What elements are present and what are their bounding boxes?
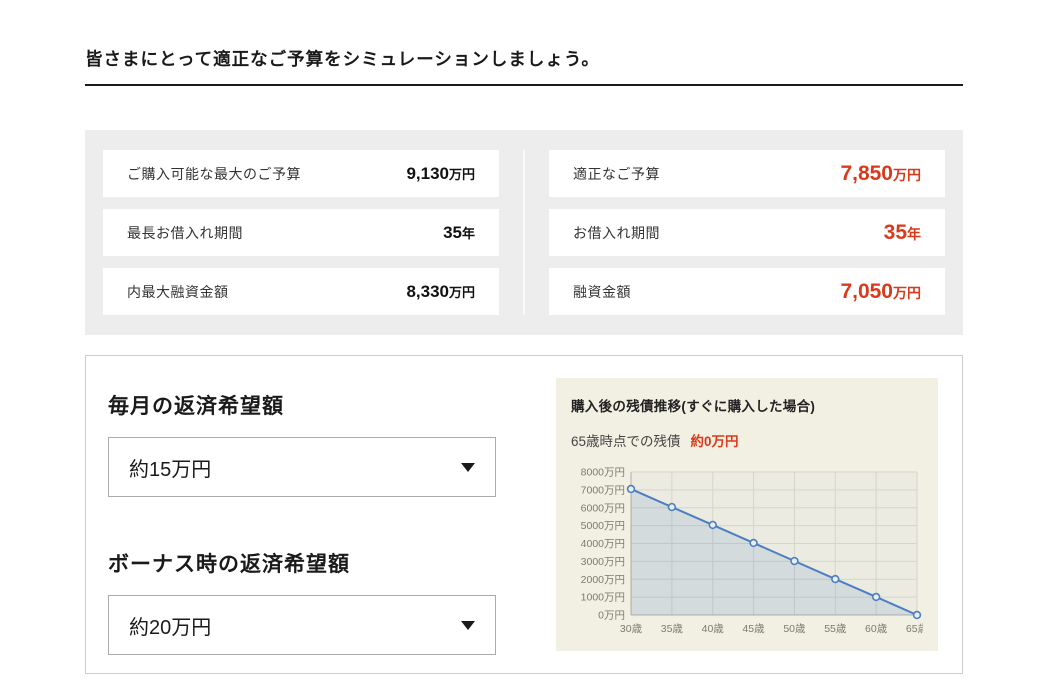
bonus-repayment-select[interactable]: 約20万円 xyxy=(108,595,496,655)
annotation-label: 65歳時点での残債 xyxy=(571,434,681,449)
table-row: 適正なご予算 7,850万円 xyxy=(549,150,945,197)
main-container: 皆さまにとって適正なご予算をシミュレーションしましょう。 ご購入可能な最大のご予… xyxy=(85,46,963,674)
svg-text:8000万円: 8000万円 xyxy=(581,467,625,479)
max-budget-column: ご購入可能な最大のご予算 9,130万円 最長お借入れ期間 35年 内最大融資金… xyxy=(103,150,523,315)
monthly-repayment-select[interactable]: 約15万円 xyxy=(108,437,496,497)
selected-value: 約15万円 xyxy=(129,453,211,482)
debt-transition-panel: 購入後の残債推移(すぐに購入した場合) 65歳時点での残債約0万円 0万円 100… xyxy=(556,378,938,651)
bonus-repayment-group: ボーナス時の返済希望額 約20万円 xyxy=(108,548,556,655)
table-row: ご購入可能な最大のご予算 9,130万円 xyxy=(103,150,499,197)
svg-text:0万円: 0万円 xyxy=(598,610,625,622)
caret-down-icon xyxy=(461,621,475,630)
row-value: 9,130万円 xyxy=(406,164,475,184)
page-title: 皆さまにとって適正なご予算をシミュレーションしましょう。 xyxy=(85,46,963,86)
table-row: 最長お借入れ期間 35年 xyxy=(103,209,499,256)
row-label: 最長お借入れ期間 xyxy=(127,223,243,243)
table-row: 内最大融資金額 8,330万円 xyxy=(103,268,499,315)
monthly-repayment-group: 毎月の返済希望額 約15万円 xyxy=(108,390,556,497)
bonus-repayment-label: ボーナス時の返済希望額 xyxy=(108,548,556,578)
svg-text:6000万円: 6000万円 xyxy=(581,502,625,514)
svg-text:7000万円: 7000万円 xyxy=(581,484,625,496)
svg-text:4000万円: 4000万円 xyxy=(581,538,625,550)
annotation-value: 約0万円 xyxy=(691,434,739,449)
svg-text:55歳: 55歳 xyxy=(824,623,847,635)
budget-summary-panel: ご購入可能な最大のご予算 9,130万円 最長お借入れ期間 35年 内最大融資金… xyxy=(85,130,963,335)
row-value-accent: 7,850万円 xyxy=(840,162,921,186)
selected-value: 約20万円 xyxy=(129,611,211,640)
row-label: 適正なご予算 xyxy=(573,164,660,184)
remaining-debt-chart: 0万円 1000万円 2000万円 3000万円 4000万円 5000万円 6000万円 7… xyxy=(571,462,923,645)
table-row: お借入れ期間 35年 xyxy=(549,209,945,256)
svg-text:30歳: 30歳 xyxy=(620,623,643,635)
area-chart-svg: 0万円 1000万円 2000万円 3000万円 4000万円 5000万円 6000万円 7… xyxy=(571,462,923,640)
svg-text:1000万円: 1000万円 xyxy=(581,592,625,604)
row-label: 内最大融資金額 xyxy=(127,282,229,302)
svg-text:40歳: 40歳 xyxy=(702,623,725,635)
svg-text:50歳: 50歳 xyxy=(783,623,806,635)
table-row: 融資金額 7,050万円 xyxy=(549,268,945,315)
svg-text:65歳: 65歳 xyxy=(906,623,923,635)
caret-down-icon xyxy=(461,463,475,472)
row-label: お借入れ期間 xyxy=(573,223,660,243)
row-value-accent: 7,050万円 xyxy=(840,280,921,304)
row-label: ご購入可能な最大のご予算 xyxy=(127,164,301,184)
svg-text:2000万円: 2000万円 xyxy=(581,574,625,586)
svg-text:45歳: 45歳 xyxy=(742,623,765,635)
chart-annotation: 65歳時点での残債約0万円 xyxy=(571,430,923,450)
chart-title: 購入後の残債推移(すぐに購入した場合) xyxy=(571,395,923,415)
row-label: 融資金額 xyxy=(573,282,631,302)
repayment-controls: 毎月の返済希望額 約15万円 ボーナス時の返済希望額 約20万円 xyxy=(108,378,556,651)
row-value: 8,330万円 xyxy=(406,282,475,302)
svg-text:5000万円: 5000万円 xyxy=(581,520,625,532)
svg-text:3000万円: 3000万円 xyxy=(581,556,625,568)
svg-text:35歳: 35歳 xyxy=(661,623,684,635)
row-value-accent: 35年 xyxy=(884,221,921,245)
row-value: 35年 xyxy=(443,223,475,243)
proper-budget-column: 適正なご予算 7,850万円 お借入れ期間 35年 融資金額 7,050万円 xyxy=(525,150,945,315)
simulation-panel: 毎月の返済希望額 約15万円 ボーナス時の返済希望額 約20万円 購入後の残債推… xyxy=(85,355,963,674)
svg-text:60歳: 60歳 xyxy=(865,623,888,635)
monthly-repayment-label: 毎月の返済希望額 xyxy=(108,390,556,420)
